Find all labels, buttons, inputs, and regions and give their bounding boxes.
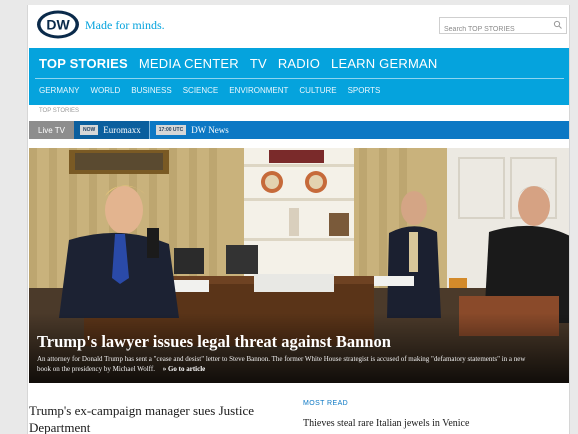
nav-main-menu: TOP STORIES MEDIA CENTER TV RADIO LEARN … bbox=[39, 56, 437, 71]
live-bar: Live TV NOW Euromaxx 17:00 UTC DW News bbox=[29, 121, 569, 139]
channel-badge: 17:00 UTC bbox=[155, 125, 187, 135]
channel-name: DW News bbox=[191, 125, 229, 135]
hero-teaser: An attorney for Donald Trump has sent a … bbox=[37, 354, 537, 374]
most-read-label: MOST READ bbox=[303, 400, 349, 407]
logo-text: DW bbox=[46, 17, 70, 33]
most-read-item[interactable]: Thieves steal rare Italian jewels in Ven… bbox=[303, 418, 469, 429]
nav-sub-sports[interactable]: SPORTS bbox=[348, 86, 381, 95]
tagline: Made for minds. bbox=[85, 18, 165, 32]
hero-article[interactable]: Trump's lawyer issues legal threat again… bbox=[29, 148, 569, 383]
nav-tv[interactable]: TV bbox=[250, 56, 267, 71]
hero-title[interactable]: Trump's lawyer issues legal threat again… bbox=[37, 332, 391, 352]
divider bbox=[148, 121, 150, 139]
channel-name: Euromaxx bbox=[103, 125, 141, 135]
channel-badge: NOW bbox=[80, 125, 99, 135]
nav-sub-germany[interactable]: GERMANY bbox=[39, 86, 79, 95]
dw-logo[interactable]: DW bbox=[36, 10, 80, 39]
channel-next[interactable]: 17:00 UTC DW News bbox=[150, 121, 237, 139]
search-icon[interactable] bbox=[553, 20, 563, 30]
main-navigation: TOP STORIES MEDIA CENTER TV RADIO LEARN … bbox=[29, 48, 569, 105]
nav-sub-environment[interactable]: ENVIRONMENT bbox=[229, 86, 288, 95]
live-tv-button[interactable]: Live TV bbox=[29, 121, 74, 139]
nav-learn-german[interactable]: LEARN GERMAN bbox=[331, 56, 437, 71]
channel-now[interactable]: NOW Euromaxx bbox=[74, 121, 149, 139]
article-headline[interactable]: Trump's ex-campaign manager sues Justice bbox=[29, 403, 254, 419]
search-box[interactable] bbox=[439, 17, 567, 37]
nav-sub-science[interactable]: SCIENCE bbox=[183, 86, 219, 95]
nav-sub-world[interactable]: WORLD bbox=[90, 86, 120, 95]
nav-sub-culture[interactable]: CULTURE bbox=[299, 86, 336, 95]
header: DW Made for minds. bbox=[28, 5, 569, 47]
nav-sub-business[interactable]: BUSINESS bbox=[131, 86, 171, 95]
nav-radio[interactable]: RADIO bbox=[278, 56, 320, 71]
nav-media-center[interactable]: MEDIA CENTER bbox=[139, 56, 239, 71]
page: DW Made for minds. TOP STORIES MEDIA CEN… bbox=[27, 5, 570, 434]
article-headline-continued[interactable]: Department bbox=[29, 420, 90, 434]
nav-top-stories[interactable]: TOP STORIES bbox=[39, 56, 128, 71]
nav-sub-menu: GERMANY WORLD BUSINESS SCIENCE ENVIRONME… bbox=[39, 86, 380, 95]
hero-teaser-text: An attorney for Donald Trump has sent a … bbox=[37, 355, 526, 373]
go-to-article-link[interactable]: » Go to article bbox=[163, 365, 206, 373]
nav-divider bbox=[35, 78, 564, 79]
breadcrumb[interactable]: TOP STORIES bbox=[39, 108, 79, 114]
search-input[interactable] bbox=[440, 22, 548, 37]
